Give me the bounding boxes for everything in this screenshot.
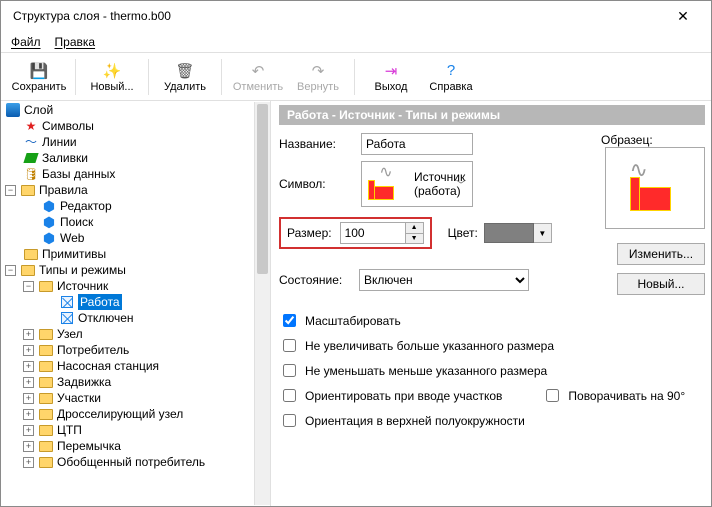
expand-toggle[interactable]: + [23, 393, 34, 404]
spin-down[interactable]: ▼ [405, 234, 423, 244]
sample-preview: ∿ [605, 147, 705, 229]
collapse-toggle[interactable]: − [5, 185, 16, 196]
name-input[interactable] [361, 133, 473, 155]
change-button[interactable]: Изменить... [617, 243, 705, 265]
help-icon: ? [447, 61, 455, 81]
color-swatch[interactable] [484, 223, 534, 243]
check-rotate90[interactable] [546, 389, 559, 402]
fill-icon [23, 150, 39, 166]
tree-item-work[interactable]: Работа [78, 294, 122, 310]
folder-icon [20, 262, 36, 278]
expand-toggle[interactable]: + [23, 345, 34, 356]
sample-label: Образец: [601, 133, 653, 147]
undo-icon: ↶ [252, 61, 265, 81]
state-label: Состояние: [279, 273, 353, 287]
folder-icon [38, 278, 54, 294]
save-icon: 💾 [30, 61, 49, 81]
folder-icon [38, 358, 54, 374]
sparkle-icon: ✨ [103, 61, 122, 81]
size-input[interactable] [341, 223, 405, 243]
tree-scrollbar[interactable] [254, 102, 270, 505]
name-label: Название: [279, 137, 353, 151]
star-icon: ★ [23, 118, 39, 134]
close-button[interactable]: ✕ [663, 8, 703, 25]
folder-icon [38, 422, 54, 438]
check-orient[interactable] [283, 389, 296, 402]
folder-icon [38, 406, 54, 422]
delete-button[interactable]: 🗑Удалить [155, 55, 215, 99]
mode-icon [59, 310, 75, 326]
new-button[interactable]: ✨Новый... [82, 55, 142, 99]
collapse-toggle[interactable]: − [23, 281, 34, 292]
color-label: Цвет: [448, 226, 478, 240]
chevron-down-icon: ﹀ [456, 177, 466, 192]
undo-button[interactable]: ↶Отменить [228, 55, 288, 99]
spin-up[interactable]: ▲ [405, 223, 423, 234]
new-symbol-button[interactable]: Новый... [617, 273, 705, 295]
redo-icon: ↷ [312, 61, 325, 81]
toolbar: 💾Сохранить ✨Новый... 🗑Удалить ↶Отменить … [1, 53, 711, 101]
tree[interactable]: Слой ★Символы 〜Линии Заливки 🛢Базы данны… [5, 102, 254, 505]
cube-icon: ⬢ [41, 198, 57, 214]
window-title: Структура слоя - thermo.b00 [9, 9, 663, 23]
collapse-toggle[interactable]: − [5, 265, 16, 276]
layer-icon [5, 102, 21, 118]
smoke-icon: ∿ [630, 165, 648, 175]
trash-icon: 🗑 [175, 61, 194, 81]
menu-edit[interactable]: Правка [55, 35, 96, 49]
folder-icon [38, 326, 54, 342]
database-icon: 🛢 [23, 166, 39, 182]
exit-icon: ⇥ [385, 61, 398, 81]
help-button[interactable]: ?Справка [421, 55, 481, 99]
smoke-icon: ∿ [377, 168, 395, 178]
size-label: Размер: [287, 226, 332, 240]
right-header: Работа - Источник - Типы и режимы [279, 105, 705, 125]
check-upper[interactable] [283, 414, 296, 427]
symbol-dropdown[interactable]: ∿ Источник (работа) ﹀ [361, 161, 473, 207]
expand-toggle[interactable]: + [23, 457, 34, 468]
expand-toggle[interactable]: + [23, 361, 34, 372]
expand-toggle[interactable]: + [23, 409, 34, 420]
color-dropdown[interactable]: ▼ [534, 223, 552, 243]
expand-toggle[interactable]: + [23, 377, 34, 388]
menu-file[interactable]: Файл [11, 35, 41, 49]
save-button[interactable]: 💾Сохранить [9, 55, 69, 99]
cube-icon: ⬢ [41, 230, 57, 246]
folder-icon [38, 342, 54, 358]
titlebar: Структура слоя - thermo.b00 ✕ [1, 1, 711, 31]
folder-icon [23, 246, 39, 262]
folder-icon [38, 454, 54, 470]
size-spinner[interactable]: ▲▼ [340, 222, 424, 244]
check-no-shrink[interactable] [283, 364, 296, 377]
symbol-label: Символ: [279, 177, 353, 191]
mode-icon [59, 294, 75, 310]
state-select[interactable]: Включен [359, 269, 529, 291]
folder-icon [38, 438, 54, 454]
menubar: Файл Правка [1, 31, 711, 53]
check-scale[interactable] [283, 314, 296, 327]
expand-toggle[interactable]: + [23, 441, 34, 452]
folder-icon [38, 374, 54, 390]
line-icon: 〜 [23, 134, 39, 150]
folder-icon [20, 182, 36, 198]
check-no-enlarge[interactable] [283, 339, 296, 352]
expand-toggle[interactable]: + [23, 329, 34, 340]
cube-icon: ⬢ [41, 214, 57, 230]
size-highlight: Размер: ▲▼ [279, 217, 432, 249]
redo-button[interactable]: ↷Вернуть [288, 55, 348, 99]
expand-toggle[interactable]: + [23, 425, 34, 436]
folder-icon [38, 390, 54, 406]
exit-button[interactable]: ⇥Выход [361, 55, 421, 99]
